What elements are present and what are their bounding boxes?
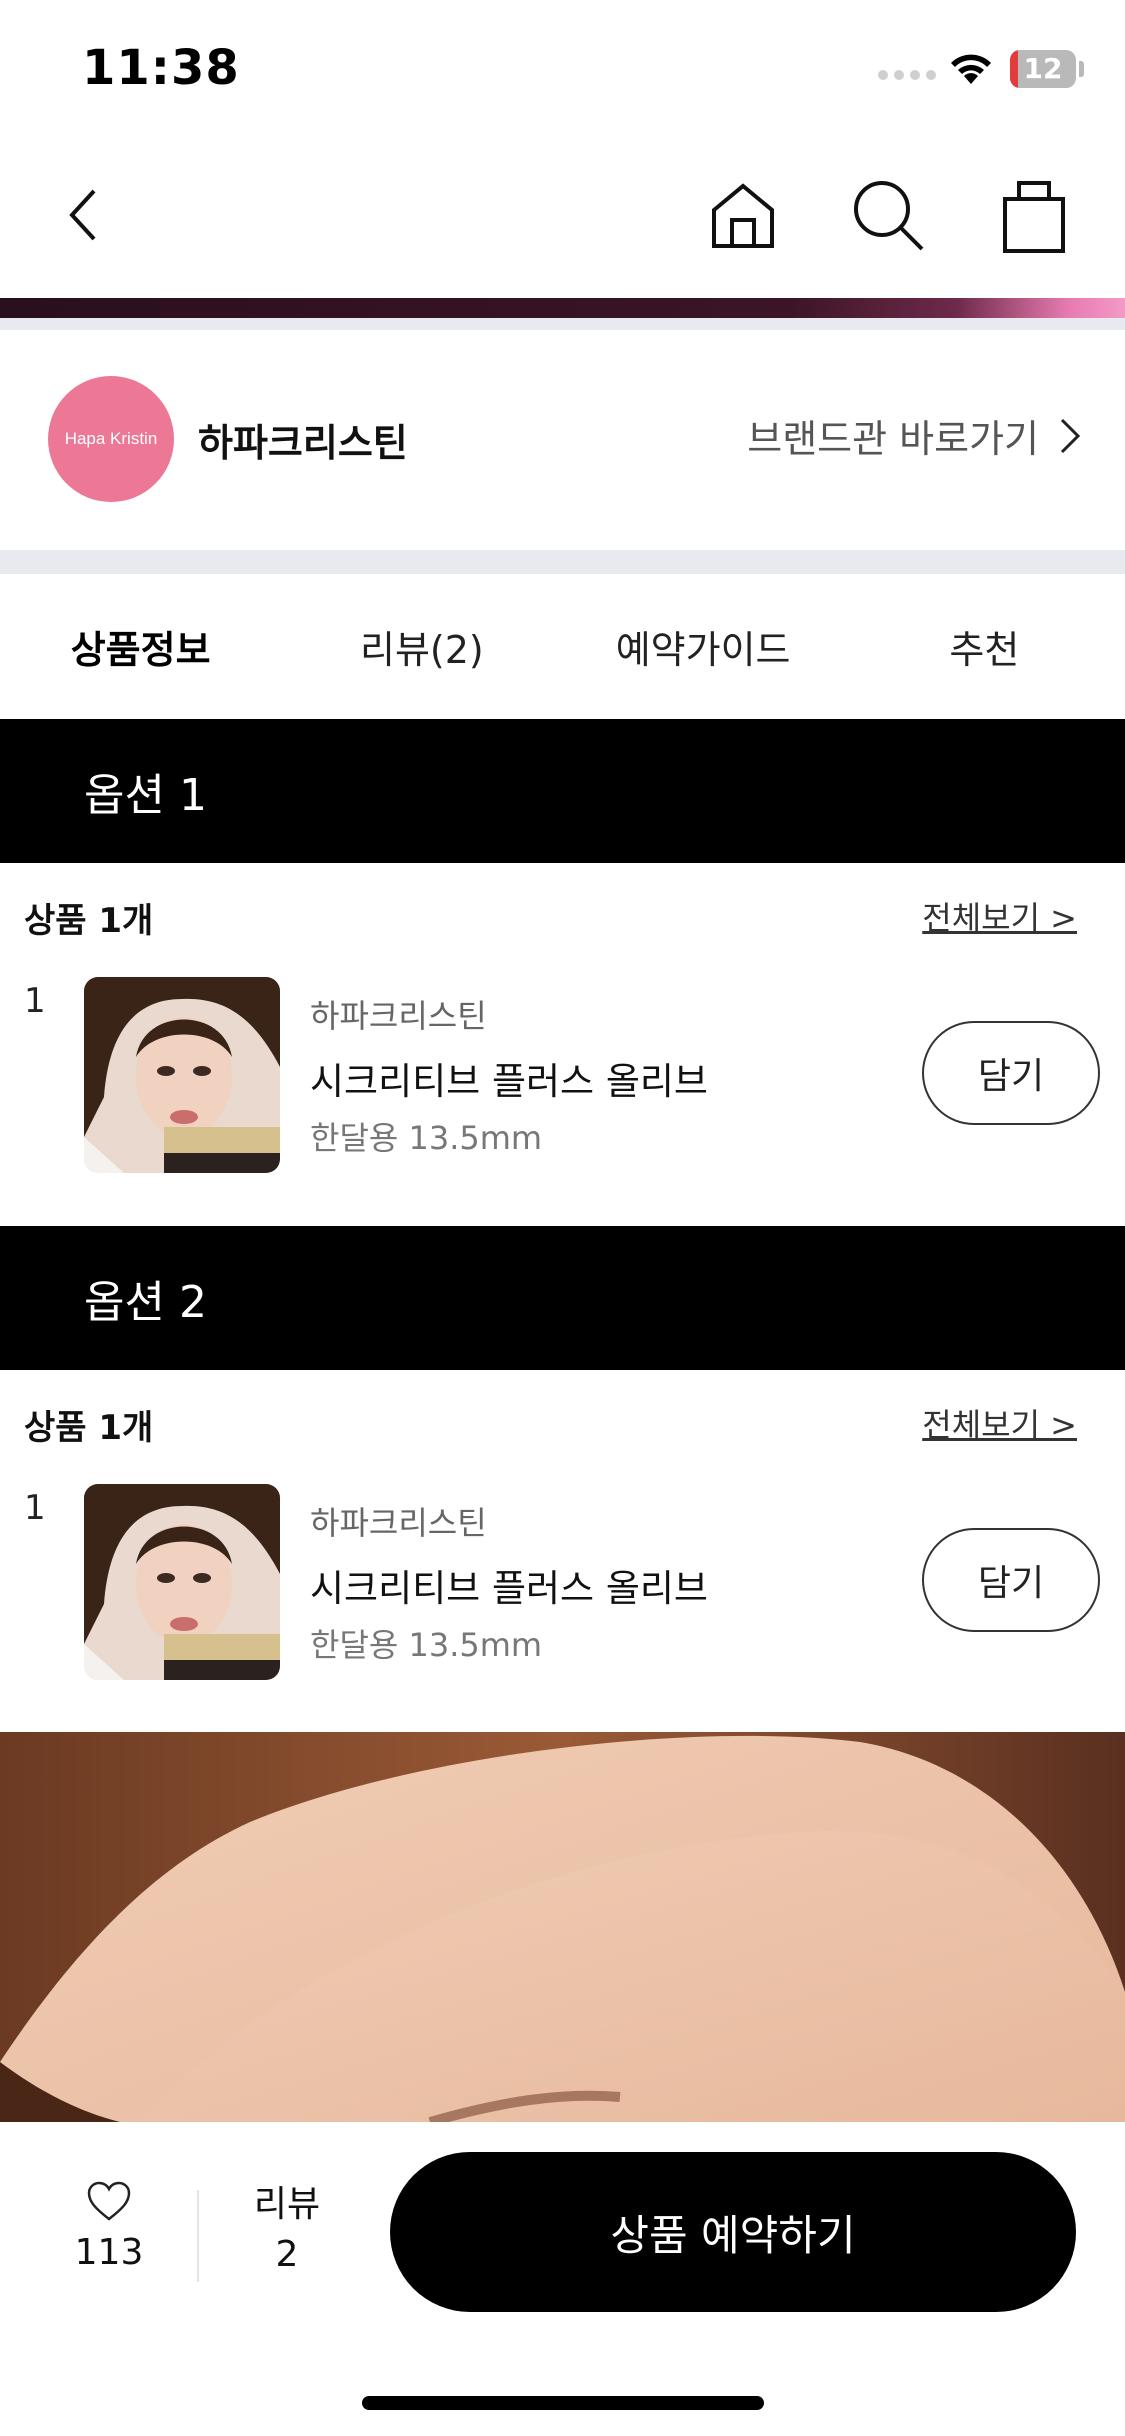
search-icon bbox=[854, 181, 924, 251]
tab-recommendations[interactable]: 추천 bbox=[844, 574, 1125, 719]
review-shortcut[interactable]: 리뷰 2 bbox=[232, 2180, 342, 2280]
chevron-left-icon bbox=[69, 189, 96, 241]
product-spec: 한달용 13.5mm bbox=[310, 1626, 543, 1664]
tab-reservation-guide[interactable]: 예약가이드 bbox=[563, 574, 844, 719]
battery-level-text: 12 bbox=[1023, 52, 1063, 85]
product-detail-image bbox=[0, 1732, 1125, 2122]
brand-store-link[interactable]: 브랜드관 바로가기 bbox=[747, 408, 1081, 463]
review-count: 2 bbox=[275, 2234, 299, 2275]
tab-product-info[interactable]: 상품정보 bbox=[0, 574, 281, 719]
product-thumbnail[interactable] bbox=[84, 1484, 280, 1680]
divider bbox=[197, 2190, 199, 2282]
search-button[interactable] bbox=[848, 175, 928, 255]
product-brand: 하파크리스틴 bbox=[310, 1504, 487, 1542]
bottom-action-bar: 113 리뷰 2 상품 예약하기 bbox=[0, 2122, 1125, 2436]
item-rank: 1 bbox=[24, 981, 46, 1021]
view-all-link[interactable]: 전체보기 > bbox=[922, 893, 1077, 939]
option-section: 상품 1개 전체보기 > 1 하파크리스틴 시크리티브 플러스 올리브 한달용 … bbox=[0, 1370, 1125, 1732]
back-button[interactable] bbox=[44, 175, 124, 255]
option-header: 옵션 2 bbox=[0, 1226, 1125, 1370]
option-section: 상품 1개 전체보기 > 1 하파크리스틴 시크리티브 플러스 올리브 한달용 … bbox=[0, 863, 1125, 1225]
brand-store-link-label: 브랜드관 바로가기 bbox=[747, 417, 1039, 461]
wifi-icon bbox=[951, 54, 991, 84]
product-name[interactable]: 시크리티브 플러스 올리브 bbox=[310, 1051, 708, 1105]
item-rank: 1 bbox=[24, 1488, 46, 1528]
brand-name: 하파크리스틴 bbox=[198, 421, 408, 465]
shopping-bag-icon bbox=[1003, 181, 1065, 253]
product-spec: 한달용 13.5mm bbox=[310, 1119, 543, 1157]
brand-row[interactable]: Hapa Kristin 하파크리스틴 브랜드관 바로가기 bbox=[0, 330, 1125, 550]
product-tabs: 상품정보 리뷰(2) 예약가이드 추천 bbox=[0, 574, 1125, 719]
brand-logo-text: Hapa Kristin bbox=[64, 429, 158, 448]
product-brand: 하파크리스틴 bbox=[310, 997, 487, 1035]
cart-button[interactable] bbox=[994, 175, 1074, 255]
status-time: 11:38 bbox=[82, 40, 240, 96]
heart-icon bbox=[87, 2181, 131, 2221]
home-indicator[interactable] bbox=[362, 2396, 764, 2410]
chevron-right-icon bbox=[1060, 418, 1081, 453]
add-to-cart-button[interactable]: 담기 bbox=[922, 1528, 1100, 1632]
battery-icon: 12 bbox=[1010, 50, 1076, 88]
section-divider bbox=[0, 550, 1125, 574]
tab-reviews[interactable]: 리뷰(2) bbox=[281, 574, 562, 719]
status-bar: 11:38 12 bbox=[0, 0, 1125, 135]
top-navigation-bar bbox=[0, 135, 1125, 295]
reserve-product-button[interactable]: 상품 예약하기 bbox=[390, 2152, 1076, 2312]
product-detail-screen: 11:38 12 Hapa Kristin 하파크리스틴 브랜드관 바로가기 상… bbox=[0, 0, 1125, 2436]
product-thumbnail[interactable] bbox=[84, 977, 280, 1173]
product-count: 상품 1개 bbox=[24, 901, 154, 941]
add-to-cart-button[interactable]: 담기 bbox=[922, 1021, 1100, 1125]
hero-image-edge bbox=[0, 298, 1125, 318]
option-header: 옵션 1 bbox=[0, 719, 1125, 863]
like-button[interactable]: 113 bbox=[54, 2180, 164, 2273]
cellular-signal-icon bbox=[878, 70, 936, 80]
home-icon bbox=[712, 183, 774, 248]
review-label: 리뷰 bbox=[253, 2184, 321, 2225]
brand-logo: Hapa Kristin bbox=[48, 376, 174, 502]
home-button[interactable] bbox=[703, 175, 783, 255]
like-count: 113 bbox=[74, 2232, 144, 2273]
view-all-link[interactable]: 전체보기 > bbox=[922, 1400, 1077, 1446]
product-name[interactable]: 시크리티브 플러스 올리브 bbox=[310, 1558, 708, 1612]
section-divider bbox=[0, 318, 1125, 330]
product-count: 상품 1개 bbox=[24, 1408, 154, 1448]
